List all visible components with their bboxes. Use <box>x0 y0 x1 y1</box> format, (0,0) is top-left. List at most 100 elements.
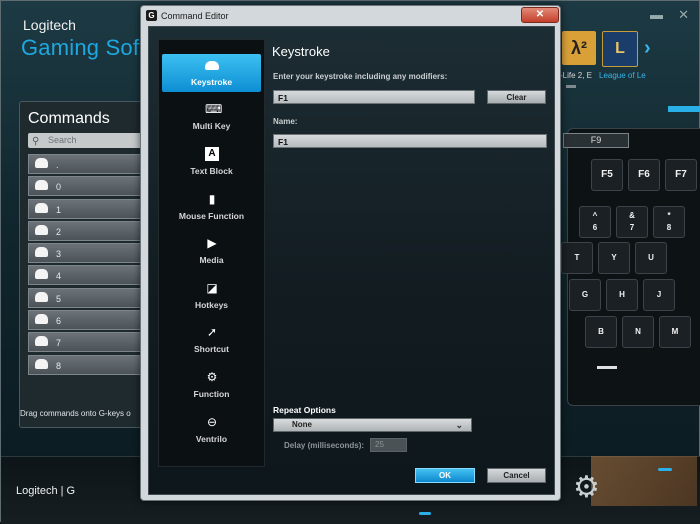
page-indicator <box>419 512 431 515</box>
key-t[interactable]: T <box>561 242 593 274</box>
sidebar-item-text-block[interactable]: A Text Block <box>162 143 261 181</box>
chevron-down-icon: ⌄ <box>455 420 463 430</box>
window-title: Command Editor <box>161 11 229 21</box>
key-b[interactable]: B <box>585 316 617 348</box>
sidebar-item-function[interactable]: ⚙ Function <box>162 366 261 404</box>
keystroke-icon <box>35 158 48 168</box>
f9-label: F9 <box>563 133 629 148</box>
command-item[interactable]: 3 <box>28 243 148 264</box>
command-item[interactable]: 6 <box>28 310 148 331</box>
command-item[interactable]: 0 <box>28 176 148 197</box>
function-gear-icon: ⚙ <box>206 370 218 384</box>
close-button[interactable]: ✕ <box>521 7 559 23</box>
sidebar-item-ventrilo[interactable]: ⊖ Ventrilo <box>162 411 261 449</box>
delay-input[interactable]: 25 <box>370 438 407 452</box>
logitech-g-icon: G <box>146 10 157 21</box>
headset-icon: ⊖ <box>206 415 218 429</box>
key-f5[interactable]: F5 <box>591 159 623 191</box>
commands-panel: Commands ⚲ Search . 0 1 2 3 4 5 6 7 8 <box>19 101 148 428</box>
key-f6[interactable]: F6 <box>628 159 660 191</box>
keystroke-icon <box>35 358 48 369</box>
editor-body: Keystroke ⌨ Multi Key A Text Block ▮ Mou… <box>148 26 555 495</box>
sidebar-item-keystroke[interactable]: Keystroke <box>162 54 261 92</box>
command-item[interactable]: 5 <box>28 287 148 308</box>
keystroke-icon <box>35 202 48 213</box>
command-item[interactable]: . <box>28 154 148 174</box>
key-8[interactable]: * 8 <box>653 206 685 238</box>
commands-list: . 0 1 2 3 4 5 6 7 8 <box>28 154 148 377</box>
keystroke-icon <box>35 180 48 191</box>
hotkeys-icon: ◪ <box>206 281 218 295</box>
keyboard-accent <box>668 106 700 112</box>
shortcut-arrow-icon: ➚ <box>206 325 218 339</box>
key-6[interactable]: ^ 6 <box>579 206 611 238</box>
game-caption: League of Le <box>599 71 646 80</box>
key-y[interactable]: Y <box>598 242 630 274</box>
command-item[interactable]: 1 <box>28 198 148 219</box>
watermark <box>591 456 697 506</box>
keystroke-label: Enter your keystroke including any modif… <box>273 72 448 81</box>
search-placeholder: Search <box>48 135 77 145</box>
minimize-icon[interactable]: ▬ <box>650 7 663 22</box>
half-life-2-profile[interactable]: λ² <box>562 31 596 65</box>
cancel-button[interactable]: Cancel <box>487 468 546 483</box>
key-m[interactable]: M <box>659 316 691 348</box>
command-type-sidebar: Keystroke ⌨ Multi Key A Text Block ▮ Mou… <box>158 39 265 467</box>
repeat-value: None <box>292 420 312 429</box>
sidebar-item-hotkeys[interactable]: ◪ Hotkeys <box>162 277 261 315</box>
key-h[interactable]: H <box>606 279 638 311</box>
keystroke-icon <box>205 61 219 70</box>
clear-button[interactable]: Clear <box>487 90 546 104</box>
name-input[interactable]: F1 <box>273 134 547 148</box>
multi-key-icon: ⌨ <box>205 102 223 116</box>
keyboard-preview: F9 F5 F6 F7 ^ 6 & 7 * 8 T Y U G H J B N M <box>561 106 700 406</box>
sidebar-item-multi-key[interactable]: ⌨ Multi Key <box>162 98 261 136</box>
sidebar-item-mouse-function[interactable]: ▮ Mouse Function <box>162 188 261 226</box>
mouse-icon: ▮ <box>208 192 216 206</box>
drag-hint: Drag commands onto G-keys o <box>20 409 131 418</box>
league-of-legends-profile[interactable]: L <box>602 31 638 67</box>
key-f7[interactable]: F7 <box>665 159 697 191</box>
delay-label: Delay (milliseconds): <box>284 441 365 450</box>
game-caption: -Life 2, E <box>560 71 593 80</box>
key-n[interactable]: N <box>622 316 654 348</box>
command-item[interactable]: 4 <box>28 265 148 286</box>
search-input[interactable]: ⚲ Search <box>28 133 148 148</box>
gear-icon[interactable]: ⚙ <box>573 470 600 505</box>
keystroke-icon <box>35 224 48 235</box>
key-j[interactable]: J <box>643 279 675 311</box>
key-u[interactable]: U <box>635 242 667 274</box>
pane-title: Keystroke <box>272 44 330 59</box>
page-indicator <box>658 468 672 471</box>
sidebar-item-shortcut[interactable]: ➚ Shortcut <box>162 321 261 359</box>
key-7[interactable]: & 7 <box>616 206 648 238</box>
title-bar: G Command Editor ✕ <box>141 6 560 26</box>
commands-title: Commands <box>28 110 110 127</box>
app-title: Gaming Soft <box>21 35 146 60</box>
repeat-options-select[interactable]: None ⌄ <box>273 418 472 432</box>
command-item[interactable]: 2 <box>28 220 148 241</box>
close-icon[interactable]: ✕ <box>678 7 689 23</box>
repeat-options-label: Repeat Options <box>273 405 336 415</box>
logitech-g-logo: Logitech | G <box>16 485 76 497</box>
command-editor-dialog: G Command Editor ✕ Keystroke ⌨ Multi Key… <box>140 5 561 501</box>
key-g[interactable]: G <box>569 279 601 311</box>
keystroke-icon <box>35 314 48 325</box>
spacebar-marker <box>597 366 617 369</box>
keystroke-icon <box>35 247 48 258</box>
command-item[interactable]: 7 <box>28 332 148 353</box>
play-icon: ▶ <box>207 236 217 250</box>
keystroke-icon <box>35 269 48 280</box>
keystroke-input[interactable]: F1 <box>273 90 475 104</box>
chevron-right-icon[interactable]: › <box>644 37 651 60</box>
command-item[interactable]: 8 <box>28 354 148 375</box>
game-profiles-bar: λ² L -Life 2, E League of Le › <box>556 31 700 88</box>
ok-button[interactable]: OK <box>415 468 475 483</box>
keystroke-icon <box>35 291 48 302</box>
logitech-logo-text: Logitech <box>23 17 76 33</box>
scroll-indicator <box>566 85 576 88</box>
keystroke-icon <box>35 336 48 347</box>
name-label: Name: <box>273 117 298 126</box>
search-icon: ⚲ <box>32 136 40 147</box>
sidebar-item-media[interactable]: ▶ Media <box>162 232 261 270</box>
